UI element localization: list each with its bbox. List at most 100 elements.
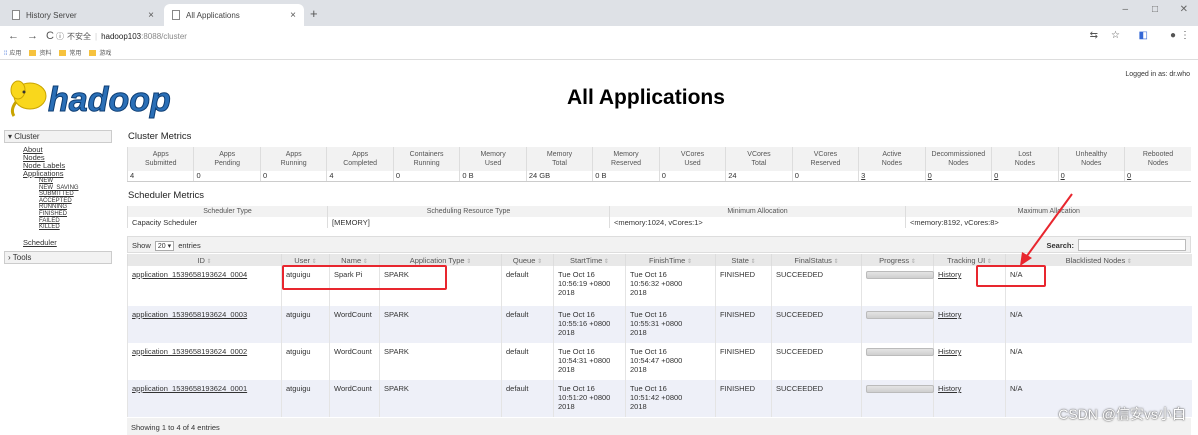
apps-grid-icon: ⁞⁞ [4, 51, 8, 57]
star-icon[interactable]: ☆ [1111, 30, 1120, 41]
reload-icon[interactable]: C [46, 30, 54, 42]
state-cell: FINISHED [715, 306, 772, 343]
app-id-link[interactable]: application_1539658193624_0003 [132, 310, 247, 319]
metric-value: 0 [193, 171, 261, 182]
metric-value: 4 [126, 171, 194, 182]
metric-value[interactable]: 0 [1124, 171, 1191, 182]
cluster-metrics-title: Cluster Metrics [128, 131, 192, 142]
sched-cell: [MEMORY] [327, 217, 610, 228]
progress-cell [861, 266, 934, 306]
bookmark-folder[interactable]: 资料 [29, 48, 51, 57]
metric-value[interactable]: 0 [991, 171, 1059, 182]
bookmarks-bar: ⁞⁞ 应用 资料 常用 游戏 [0, 46, 1198, 60]
tab-all-applications[interactable]: All Applications × [164, 4, 304, 26]
close-icon[interactable]: × [148, 10, 154, 21]
column-header[interactable]: Progress ⇕ [861, 254, 934, 266]
sort-icon[interactable]: ⇕ [535, 259, 542, 265]
sort-icon[interactable]: ⇕ [985, 259, 992, 265]
metric-header: Memory Reserved [592, 147, 660, 171]
translate-icon[interactable]: ⇆ [1090, 30, 1098, 41]
sort-icon[interactable]: ⇕ [685, 259, 692, 265]
sidebar-item-submitted[interactable]: SUBMITTED [39, 191, 112, 198]
sort-icon[interactable]: ⇕ [909, 259, 916, 265]
sidebar-item-scheduler[interactable]: Scheduler [23, 238, 57, 247]
sidebar-item-running[interactable]: RUNNING [39, 204, 112, 211]
maximize-button[interactable]: □ [1152, 4, 1158, 15]
history-link[interactable]: History [938, 270, 961, 279]
app-id-link[interactable]: application_1539658193624_0004 [132, 270, 247, 279]
sort-icon[interactable]: ⇕ [602, 259, 609, 265]
column-header[interactable]: FinishTime ⇕ [625, 254, 716, 266]
sched-header: Scheduler Type [127, 206, 328, 217]
history-link[interactable]: History [938, 347, 961, 356]
app-id-cell: application_1539658193624_0001 [127, 380, 282, 417]
tools-section-toggle[interactable]: › Tools [4, 250, 112, 264]
bookmark-folder[interactable]: 游戏 [89, 48, 111, 57]
metric-value: 24 [725, 171, 793, 182]
folder-icon [29, 50, 37, 57]
start-time-cell: Tue Oct 16 10:51:20 +0800 2018 [553, 380, 626, 417]
browser-tab-bar: History Server × All Applications × + – … [0, 0, 1198, 26]
minimize-button[interactable]: – [1122, 4, 1128, 15]
sidebar-item-killed[interactable]: KILLED [39, 224, 112, 231]
sidebar-item-applications[interactable]: Applications [23, 170, 112, 178]
entries-select[interactable]: 20 ▾ [154, 241, 175, 251]
sidebar-item-failed[interactable]: FAILED [39, 218, 112, 225]
account-icon[interactable]: ● [1170, 30, 1176, 41]
progress-cell [861, 306, 934, 343]
app-id-cell: application_1539658193624_0004 [127, 266, 282, 306]
progress-bar [866, 311, 934, 319]
column-header[interactable]: FinalStatus ⇕ [771, 254, 862, 266]
queue-cell: default [501, 380, 554, 417]
sidebar-item-finished[interactable]: FINISHED [39, 211, 112, 218]
metric-value[interactable]: 0 [924, 171, 992, 182]
forward-icon[interactable]: → [27, 30, 38, 42]
metric-value[interactable]: 3 [858, 171, 926, 182]
back-icon[interactable]: ← [8, 30, 19, 42]
close-window-button[interactable]: ✕ [1180, 4, 1188, 15]
bookmark-apps[interactable]: ⁞⁞ 应用 [4, 48, 21, 57]
sort-icon[interactable]: ⇕ [465, 259, 471, 265]
address-bar[interactable]: ⓘ 不安全 | hadoop103:8088/cluster [56, 28, 187, 44]
metric-value[interactable]: 0 [1057, 171, 1125, 182]
tab-history-server[interactable]: History Server × [4, 4, 162, 26]
column-header[interactable]: ID ⇕ [127, 254, 282, 266]
sort-icon[interactable]: ⇕ [361, 259, 368, 265]
metric-value: 0 [791, 171, 859, 182]
app-id-link[interactable]: application_1539658193624_0001 [132, 384, 247, 393]
finish-time-cell: Tue Oct 16 10:55:31 +0800 2018 [625, 306, 716, 343]
page-icon [172, 10, 180, 20]
folder-icon [59, 50, 67, 57]
sidebar-item-new-saving[interactable]: NEW_SAVING [39, 185, 112, 192]
sort-icon[interactable]: ⇕ [310, 259, 317, 265]
close-icon[interactable]: × [290, 10, 296, 21]
table-row: application_1539658193624_0001 atguigu Wor… [127, 380, 1192, 417]
extension-icon[interactable]: ◧ [1139, 30, 1148, 41]
sort-icon[interactable]: ⇕ [749, 259, 756, 265]
hadoop-logo: hadoop [10, 80, 171, 120]
bookmark-folder[interactable]: 常用 [59, 48, 81, 57]
sidebar-item-accepted[interactable]: ACCEPTED [39, 198, 112, 205]
history-link[interactable]: History [938, 384, 961, 393]
metric-header: Memory Total [525, 147, 593, 171]
blacklisted-cell: N/A [1005, 343, 1192, 380]
column-header[interactable]: State ⇕ [715, 254, 772, 266]
column-header[interactable]: Queue ⇕ [501, 254, 554, 266]
state-cell: FINISHED [715, 380, 772, 417]
cluster-section-toggle[interactable]: ▾ Cluster [4, 130, 112, 143]
sched-cell: <memory:1024, vCores:1> [609, 217, 906, 228]
sort-icon[interactable]: ⇕ [832, 259, 839, 265]
sort-icon[interactable]: ⇕ [205, 259, 212, 265]
new-tab-button[interactable]: + [310, 6, 318, 21]
queue-cell: default [501, 306, 554, 343]
metric-header: Unhealthy Nodes [1057, 147, 1125, 171]
metric-value: 24 GB [525, 171, 593, 182]
chevron-down-icon: ▾ [167, 243, 172, 250]
menu-icon[interactable]: ⋮ [1180, 30, 1190, 41]
sort-icon[interactable]: ⇕ [1125, 259, 1132, 265]
search-input[interactable] [1078, 239, 1186, 251]
column-header[interactable]: StartTime ⇕ [553, 254, 626, 266]
app-id-link[interactable]: application_1539658193624_0002 [132, 347, 247, 356]
sidebar-item-new[interactable]: NEW [39, 178, 112, 185]
history-link[interactable]: History [938, 310, 961, 319]
